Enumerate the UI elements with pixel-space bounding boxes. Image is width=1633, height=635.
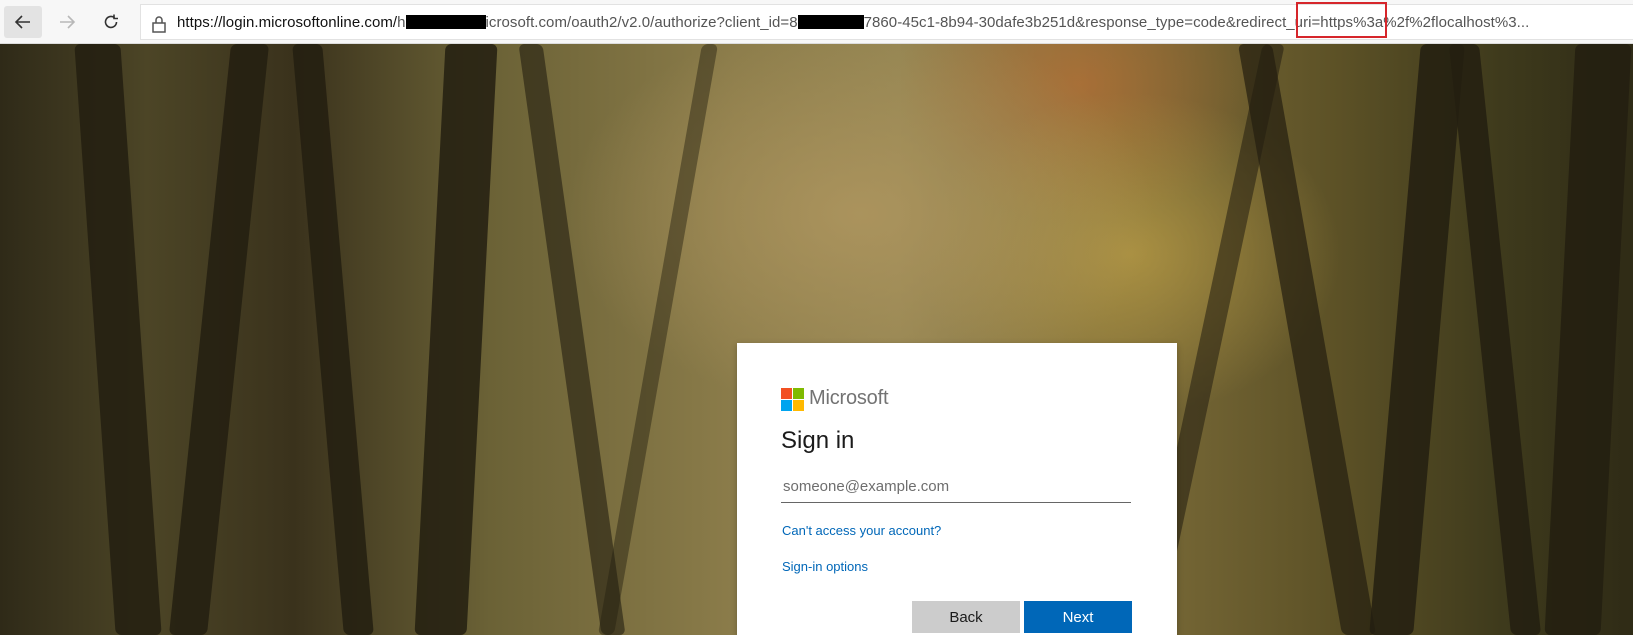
microsoft-logo-icon bbox=[781, 388, 804, 411]
logo-square-yellow bbox=[793, 400, 804, 411]
redaction-block bbox=[797, 15, 864, 29]
tree-trunk bbox=[518, 44, 626, 635]
redirect-uri-highlight bbox=[1296, 2, 1387, 38]
url-host: https://login.microsoftonline.com/ bbox=[177, 14, 398, 31]
page-title: Sign in bbox=[781, 427, 855, 454]
tree-trunk bbox=[1237, 44, 1377, 635]
back-button[interactable]: Back bbox=[912, 601, 1020, 633]
tree-trunk bbox=[414, 44, 498, 635]
email-field[interactable] bbox=[781, 471, 1131, 503]
next-button[interactable]: Next bbox=[1024, 601, 1132, 633]
tree-trunk bbox=[74, 44, 162, 635]
reload-button[interactable] bbox=[92, 6, 130, 38]
back-nav-button[interactable] bbox=[4, 6, 42, 38]
cant-access-account-link[interactable]: Can't access your account? bbox=[782, 523, 941, 538]
signin-options-link[interactable]: Sign-in options bbox=[782, 559, 868, 574]
tree-trunk bbox=[597, 44, 719, 635]
signin-card: Microsoft Sign in Can't access your acco… bbox=[737, 343, 1177, 635]
tree-trunk bbox=[1369, 44, 1465, 635]
arrow-right-icon bbox=[60, 15, 76, 29]
brand-name: Microsoft bbox=[809, 387, 889, 409]
reload-icon bbox=[104, 14, 118, 29]
forward-nav-button[interactable] bbox=[48, 6, 86, 38]
lock-icon bbox=[152, 16, 166, 33]
arrow-left-icon bbox=[14, 15, 30, 29]
url-segment: 7860-45c1-8b94-30dafe3b251d&response_typ… bbox=[863, 14, 1226, 31]
url-segment: h bbox=[397, 14, 406, 31]
tree-trunk bbox=[1544, 44, 1632, 635]
tree-trunk bbox=[292, 44, 374, 635]
address-bar[interactable]: https://login.microsoftonline.com/h icros… bbox=[140, 4, 1633, 40]
logo-square-blue bbox=[781, 400, 792, 411]
logo-square-red bbox=[781, 388, 792, 399]
url-segment: icrosoft.com/oauth2/v2.0/authorize?clien… bbox=[485, 14, 798, 31]
tree-trunk bbox=[1448, 44, 1542, 635]
tree-trunk bbox=[168, 44, 270, 635]
browser-toolbar: https://login.microsoftonline.com/h icros… bbox=[0, 0, 1633, 44]
redaction-block bbox=[405, 15, 486, 29]
logo-square-green bbox=[793, 388, 804, 399]
